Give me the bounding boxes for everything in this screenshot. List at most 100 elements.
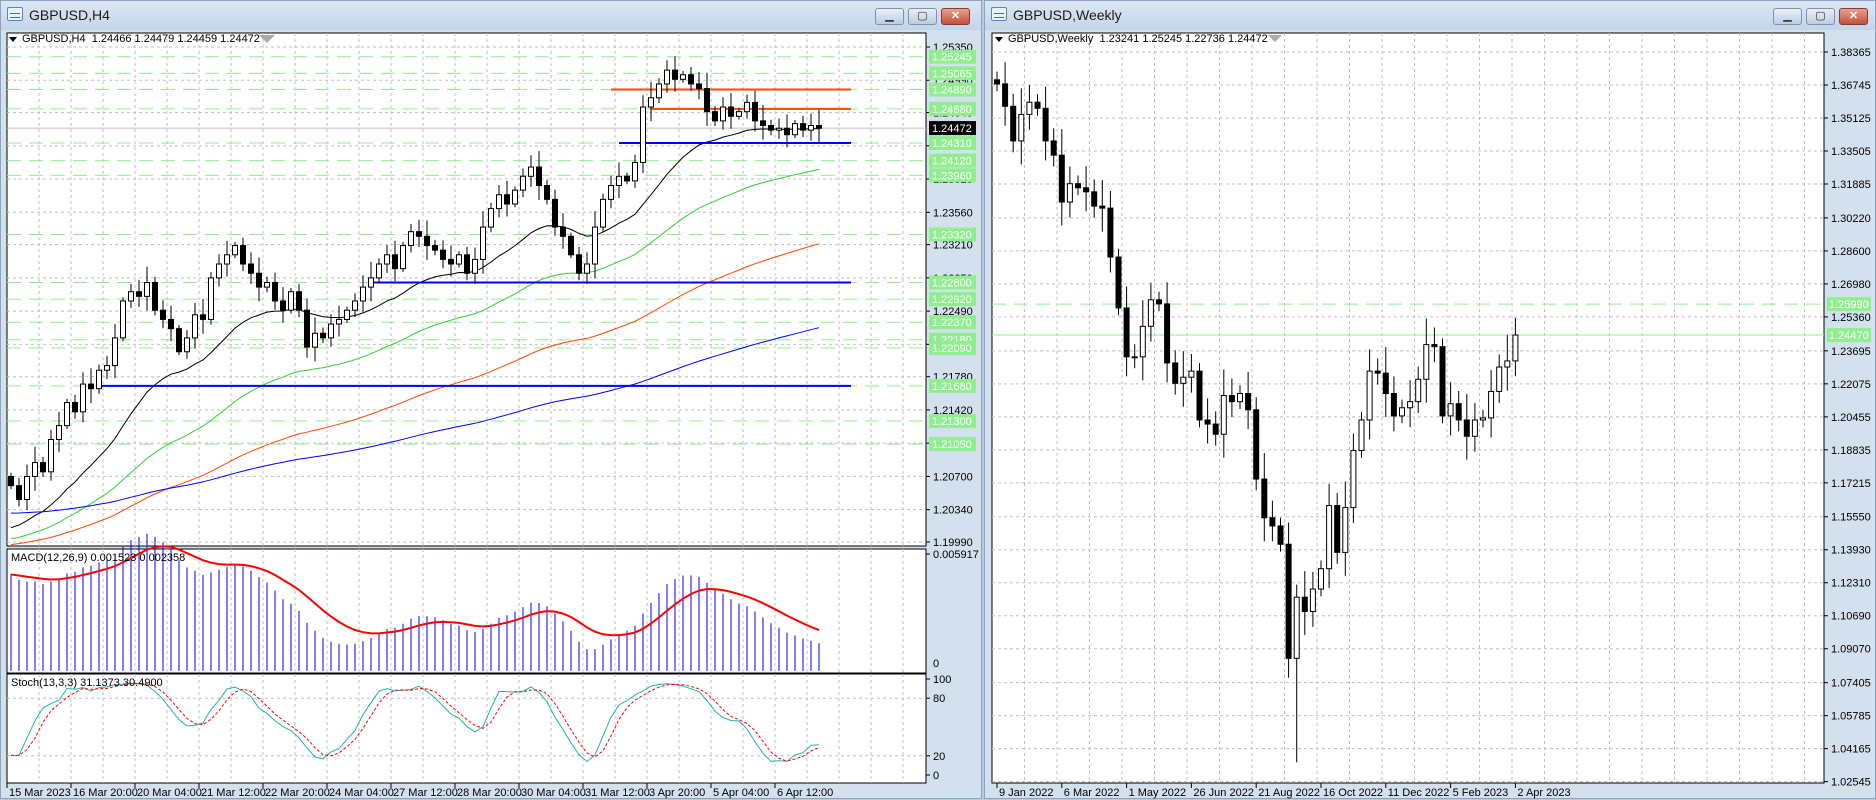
time-label: 11 Dec 2022 — [1388, 787, 1450, 799]
candle — [1407, 401, 1414, 409]
time-label: 30 Mar 04:00 — [521, 787, 586, 799]
dropdown-triangle-icon[interactable] — [995, 36, 1003, 42]
candle — [128, 291, 134, 302]
price-tick-label: 1.38365 — [1831, 47, 1871, 59]
candle — [1293, 596, 1300, 659]
candle — [584, 263, 590, 274]
candle — [232, 245, 238, 256]
candle — [704, 88, 710, 113]
candle — [1172, 362, 1179, 384]
candle — [528, 166, 534, 177]
candle — [1139, 325, 1146, 358]
candle — [120, 300, 126, 339]
candle — [608, 185, 614, 200]
candle — [488, 208, 494, 228]
candle — [994, 79, 1000, 85]
candle — [784, 127, 790, 136]
candle — [40, 462, 46, 473]
chart-window-h4[interactable]: GBPUSD,H4 ▁ ▢ ✕ 1.253501.249901.246401.2… — [0, 0, 982, 799]
candle — [1115, 256, 1122, 309]
candle — [1326, 505, 1333, 570]
candle — [1123, 307, 1130, 358]
candle — [16, 485, 22, 501]
candle — [680, 74, 686, 80]
time-label: 9 Jan 2022 — [999, 787, 1053, 799]
candle — [728, 106, 734, 117]
header-ohlc: 1.23241 1.25245 1.22736 1.24472 — [1099, 33, 1268, 45]
candle — [1358, 419, 1365, 452]
candle — [504, 194, 510, 205]
time-label: 31 Mar 12:00 — [585, 787, 650, 799]
level-label: 1.24890 — [932, 84, 972, 96]
candle — [1480, 417, 1486, 421]
candle — [1026, 101, 1033, 115]
candle — [1083, 187, 1090, 193]
candle — [1318, 568, 1324, 590]
candle — [616, 175, 622, 187]
candle — [264, 281, 270, 288]
candle — [304, 309, 310, 348]
price-tick-label: 1.20340 — [933, 505, 973, 517]
level-label: 1.24470 — [1829, 330, 1869, 342]
price-tick-label: 1.22075 — [1831, 379, 1871, 391]
candle — [192, 314, 198, 339]
candle — [1261, 478, 1268, 519]
stoch-scale-label: 80 — [933, 693, 945, 705]
candle — [1010, 105, 1017, 142]
candle — [480, 226, 486, 260]
candle — [1496, 366, 1503, 392]
candle — [1091, 191, 1098, 207]
candle — [152, 281, 158, 311]
weekly-chart-canvas[interactable]: 1.38365 1.36745 1.35125 1.33505 1.31885 1.302… — [985, 1, 1875, 800]
candle — [712, 111, 718, 122]
header-symbol: GBPUSD,Weekly — [1008, 33, 1094, 45]
candle — [168, 318, 174, 330]
candle — [96, 369, 102, 390]
candle — [272, 281, 278, 302]
chart-header: GBPUSD,Weekly 1.23241 1.25245 1.22736 1.… — [995, 33, 1268, 45]
price-tick-label: 1.30220 — [1831, 213, 1871, 225]
price-tick-label: 1.23560 — [933, 207, 973, 219]
candle — [1301, 596, 1308, 612]
candle — [1309, 588, 1316, 612]
header-symbol: GBPUSD,H4 — [22, 33, 86, 45]
time-label: 5 Feb 2023 — [1453, 787, 1509, 799]
candle — [360, 286, 366, 302]
candle — [240, 245, 246, 265]
candle — [448, 258, 454, 265]
candle — [632, 161, 638, 182]
chart-window-weekly[interactable]: GBPUSD,Weekly ▁ ▢ ✕ 1.38365 1.36745 1.3512… — [984, 0, 1876, 799]
candle — [1237, 393, 1243, 403]
candle — [80, 383, 86, 413]
candle — [1058, 154, 1065, 203]
candle — [1196, 370, 1203, 421]
price-tick-label: 1.33505 — [1831, 146, 1871, 158]
time-label: 3 Apr 20:00 — [649, 787, 705, 799]
candle — [816, 124, 822, 129]
candle — [648, 97, 654, 108]
candle — [8, 475, 14, 487]
candle — [1099, 205, 1106, 209]
candle — [1188, 370, 1195, 378]
time-label: 15 Mar 2023 — [9, 787, 71, 799]
dropdown-triangle-icon[interactable] — [9, 36, 17, 42]
candle — [1512, 334, 1519, 362]
price-tick-label: 1.09070 — [1831, 644, 1871, 656]
level-label: 1.21680 — [932, 381, 972, 393]
candle — [768, 124, 774, 131]
header-ohlc: 1.24466 1.24479 1.24459 1.24472 — [91, 33, 260, 45]
candle — [1253, 409, 1260, 480]
candle — [352, 300, 358, 311]
candle — [320, 332, 326, 339]
time-label: 21 Mar 12:00 — [201, 787, 266, 799]
candle — [1439, 346, 1446, 417]
macd-label: MACD(12,26,9) 0.001523 0.002358 — [11, 552, 186, 564]
candle — [1042, 107, 1049, 142]
candle — [1228, 395, 1235, 403]
candle — [224, 254, 230, 265]
candle — [736, 111, 742, 117]
candle — [1350, 450, 1357, 509]
candle — [752, 101, 758, 122]
stoch-plot-frame — [6, 673, 927, 784]
time-label: 1 May 2022 — [1129, 787, 1186, 799]
